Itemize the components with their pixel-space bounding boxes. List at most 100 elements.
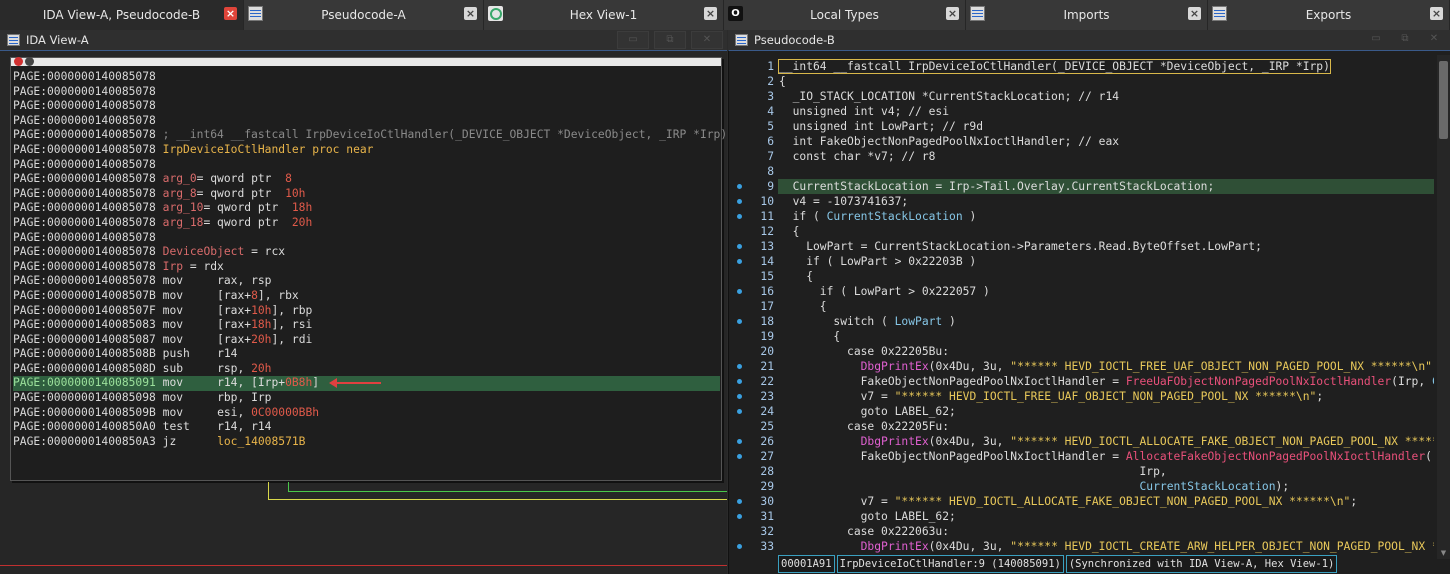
node-header [11, 57, 721, 66]
close-button[interactable]: ✕ [691, 31, 723, 49]
pseudocode-view[interactable]: 1 __int64 __fastcall IrpDeviceIoCtlHandle… [728, 50, 1450, 574]
pseudocode-line[interactable]: 2{ [729, 74, 1434, 89]
disasm-line[interactable]: PAGE:0000000140085098 mov rbp, Irp [13, 391, 720, 406]
disasm-line[interactable]: PAGE:0000000140085078 [13, 85, 720, 100]
pseudocode-line[interactable]: 31 goto LABEL_62; [729, 509, 1434, 524]
pseudocode-line[interactable]: 7 const char *v7; // r8 [729, 149, 1434, 164]
close-button[interactable]: ✕ [1422, 31, 1446, 49]
code-text: LowPart = CurrentStackLocation->Paramete… [779, 240, 1262, 253]
pane-title: Pseudocode-B [754, 33, 835, 47]
close-icon[interactable]: × [1188, 7, 1201, 20]
code-text: { [779, 225, 800, 238]
pseudocode-listing[interactable]: 1 __int64 __fastcall IrpDeviceIoCtlHandle… [729, 59, 1434, 554]
pseudocode-line[interactable]: 12 { [729, 224, 1434, 239]
pseudocode-line[interactable]: 13 LowPart = CurrentStackLocation->Param… [729, 239, 1434, 254]
tab-label: Local Types [810, 8, 879, 22]
disasm-line[interactable]: PAGE:0000000140085078 Irp = rdx [13, 260, 720, 275]
ida-view-graph[interactable]: PAGE:0000000140085078 PAGE:0000000140085… [0, 50, 727, 574]
address: PAGE:0000000140085078 [13, 157, 156, 171]
disasm-line[interactable]: PAGE:00000001400850A0 test r14, r14 [13, 420, 720, 435]
pseudocode-line[interactable]: 11 if ( CurrentStackLocation ) [729, 209, 1434, 224]
pseudocode-line[interactable]: 26 DbgPrintEx(0x4Du, 3u, "****** HEVD_IO… [729, 434, 1434, 449]
pseudocode-line[interactable]: 6 int FakeObjectNonPagedPoolNxIoctlHandl… [729, 134, 1434, 149]
disasm-line[interactable]: PAGE:0000000140085078 [13, 114, 720, 129]
status-bar: 00001A91 IrpDeviceIoCtlHandler:9 (140085… [729, 555, 1338, 573]
pseudocode-line[interactable]: 10 v4 = -1073741637; [729, 194, 1434, 209]
disasm-line[interactable]: PAGE:000000014008507F mov [rax+10h], rbp [13, 304, 720, 319]
node-group-icon[interactable] [25, 57, 34, 66]
disasm-line[interactable]: PAGE:0000000140085078 IrpDeviceIoCtlHand… [13, 143, 720, 158]
close-icon[interactable]: × [1430, 7, 1443, 20]
pseudocode-line[interactable]: 20 case 0x22205Bu: [729, 344, 1434, 359]
pseudocode-line[interactable]: 17 { [729, 299, 1434, 314]
tab-ida-view-a-pseudocode-b[interactable]: IDA View-A, Pseudocode-B × [0, 0, 244, 30]
scrollbar-thumb[interactable] [1439, 61, 1448, 139]
disasm-line[interactable]: PAGE:0000000140085078 DeviceObject = rcx [13, 245, 720, 260]
pseudocode-line[interactable]: 21 DbgPrintEx(0x4Du, 3u, "****** HEVD_IO… [729, 359, 1434, 374]
pseudocode-line[interactable]: 19 { [729, 329, 1434, 344]
pseudocode-line[interactable]: 14 if ( LowPart > 0x22203B ) [729, 254, 1434, 269]
close-icon[interactable]: × [224, 7, 237, 20]
disasm-line[interactable]: PAGE:000000014008508B push r14 [13, 347, 720, 362]
pseudocode-line[interactable]: 22 FakeObjectNonPagedPoolNxIoctlHandler … [729, 374, 1434, 389]
pseudocode-line[interactable]: 4 unsigned int v4; // esi [729, 104, 1434, 119]
disasm-line[interactable]: PAGE:000000014008509B mov esi, 0C00000BB… [13, 406, 720, 421]
disasm-line[interactable]: PAGE:0000000140085087 mov [rax+20h], rdi [13, 333, 720, 348]
pseudocode-line[interactable]: 3 _IO_STACK_LOCATION *CurrentStackLocati… [729, 89, 1434, 104]
pseudocode-line[interactable]: 9 CurrentStackLocation = Irp->Tail.Overl… [729, 179, 1434, 194]
pseudocode-line[interactable]: 16 if ( LowPart > 0x222057 ) [729, 284, 1434, 299]
disasm-line[interactable]: PAGE:000000014008507B mov [rax+8], rbx [13, 289, 720, 304]
disasm-line[interactable]: PAGE:0000000140085078 arg_10= qword ptr … [13, 201, 720, 216]
tab-exports[interactable]: Exports × [1208, 0, 1450, 30]
vertical-scrollbar[interactable]: ▼ [1437, 55, 1450, 559]
disasm-line[interactable]: PAGE:0000000140085078 mov rax, rsp [13, 274, 720, 289]
graph-node[interactable]: PAGE:0000000140085078 PAGE:0000000140085… [10, 57, 727, 481]
disasm-line[interactable]: PAGE:0000000140085078 arg_8= qword ptr 1… [13, 187, 720, 202]
close-icon[interactable]: × [464, 7, 477, 20]
float-button[interactable]: ⧉ [1393, 31, 1417, 49]
disasm-line[interactable]: PAGE:0000000140085091 mov r14, [Irp+0B8h… [13, 376, 720, 392]
restore-button[interactable]: ▭ [617, 31, 649, 49]
pseudocode-line[interactable]: 5 unsigned int LowPart; // r9d [729, 119, 1434, 134]
pseudocode-line[interactable]: 15 { [729, 269, 1434, 284]
tab-local-types[interactable]: O Local Types × [724, 0, 966, 30]
line-number: 18 [760, 315, 774, 328]
disasm-line[interactable]: PAGE:0000000140085078 arg_0= qword ptr 8 [13, 172, 720, 187]
pseudocode-line[interactable]: 32 case 0x222063u: [729, 524, 1434, 539]
disassembly-listing[interactable]: PAGE:0000000140085078 PAGE:0000000140085… [13, 70, 727, 450]
disasm-line[interactable]: PAGE:0000000140085083 mov [rax+18h], rsi [13, 318, 720, 333]
instruction: mov rax, rsp [162, 274, 272, 288]
node-color-icon[interactable] [14, 57, 23, 66]
disasm-line[interactable]: PAGE:0000000140085078 [13, 158, 720, 173]
restore-button[interactable]: ▭ [1364, 31, 1388, 49]
tab-imports[interactable]: Imports × [966, 0, 1208, 30]
disasm-line[interactable]: PAGE:00000001400850A3 jz loc_14008571B [13, 435, 720, 450]
close-icon[interactable]: × [946, 7, 959, 20]
disasm-line[interactable]: PAGE:0000000140085078 [13, 70, 720, 85]
tab-label: IDA View-A, Pseudocode-B [42, 8, 201, 22]
disasm-line[interactable]: PAGE:0000000140085078 arg_18= qword ptr … [13, 216, 720, 231]
pseudocode-line[interactable]: 23 v7 = "****** HEVD_IOCTL_FREE_UAF_OBJE… [729, 389, 1434, 404]
pseudocode-line[interactable]: 29 CurrentStackLocation); [729, 479, 1434, 494]
local-types-icon: O [728, 6, 743, 21]
scroll-down-icon[interactable]: ▼ [1439, 549, 1448, 557]
disasm-line[interactable]: PAGE:0000000140085078 ; __int64 __fastca… [13, 128, 727, 143]
pseudocode-line[interactable]: 30 v7 = "****** HEVD_IOCTL_ALLOCATE_FAKE… [729, 494, 1434, 509]
pseudocode-line[interactable]: 33 DbgPrintEx(0x4Du, 3u, "****** HEVD_IO… [729, 539, 1434, 554]
pseudocode-line[interactable]: 25 case 0x22205Fu: [729, 419, 1434, 434]
disasm-line[interactable]: PAGE:0000000140085078 [13, 231, 720, 246]
disasm-line[interactable]: PAGE:0000000140085078 [13, 99, 720, 114]
close-icon[interactable]: × [704, 7, 717, 20]
pseudocode-line[interactable]: 28 Irp, [729, 464, 1434, 479]
table-icon [1212, 6, 1227, 21]
pseudocode-line[interactable]: 27 FakeObjectNonPagedPoolNxIoctlHandler … [729, 449, 1434, 464]
disasm-line[interactable]: PAGE:000000014008508D sub rsp, 20h [13, 362, 720, 377]
line-number: 16 [760, 285, 774, 298]
pseudocode-line[interactable]: 24 goto LABEL_62; [729, 404, 1434, 419]
pseudocode-line[interactable]: 8 [729, 164, 1434, 179]
float-button[interactable]: ⧉ [654, 31, 686, 49]
pseudocode-line[interactable]: 1 __int64 __fastcall IrpDeviceIoCtlHandle… [729, 59, 1434, 74]
tab-pseudocode-a[interactable]: Pseudocode-A × [244, 0, 484, 30]
tab-hex-view-1[interactable]: Hex View-1 × [484, 0, 724, 30]
pseudocode-line[interactable]: 18 switch ( LowPart ) [729, 314, 1434, 329]
